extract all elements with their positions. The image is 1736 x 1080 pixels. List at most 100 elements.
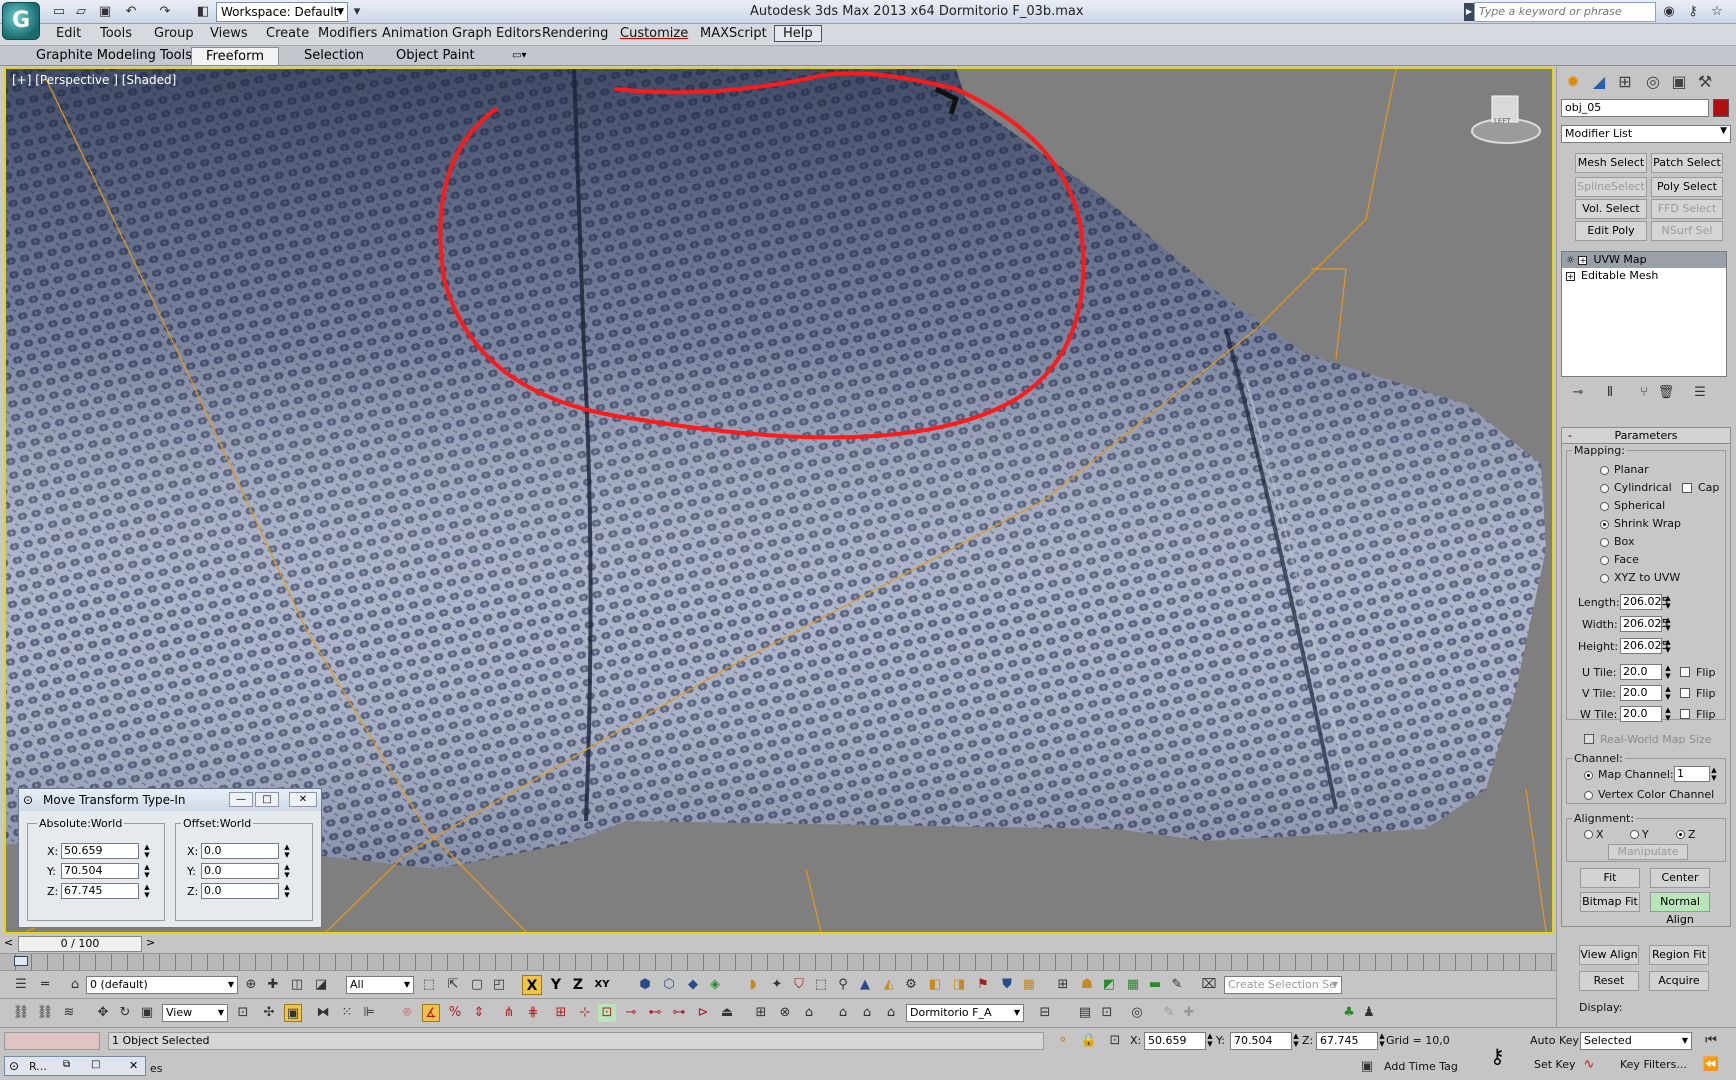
menu-edit[interactable]: Edit (56, 26, 81, 41)
expand-icon[interactable]: + (1566, 271, 1575, 281)
vol-select-button[interactable]: Vol. Select (1575, 199, 1647, 219)
select-teapot-3-icon[interactable]: ⌂ (882, 1004, 900, 1022)
remove-modifier-icon[interactable]: 🗑 (1655, 385, 1677, 405)
key-mode-dropdown[interactable]: Selected ▼ (1580, 1032, 1692, 1050)
help-search-input[interactable]: Type a keyword or phrase (1474, 2, 1656, 22)
width-input[interactable]: 206.025 (1620, 616, 1669, 632)
height-spinner-icon[interactable]: ▲ ▼ (1664, 638, 1672, 654)
close-icon[interactable]: ✕ (129, 1059, 138, 1072)
add-to-layer-icon[interactable]: ✚ (264, 976, 282, 994)
selection-filter-dropdown[interactable]: All ▼ (346, 976, 414, 994)
app-logo-icon[interactable]: G (2, 2, 40, 40)
render-last-icon[interactable]: ⊳ (694, 1004, 712, 1022)
tab-object-paint[interactable]: Object Paint (382, 47, 489, 65)
active-shade-icon[interactable]: ◩ (1100, 976, 1118, 994)
mapping-radio-spherical[interactable] (1600, 502, 1609, 511)
mini-curve-editor-icon[interactable] (14, 956, 28, 966)
w-tile-input[interactable]: 20.0 (1620, 706, 1662, 722)
mapping-radio-planar[interactable] (1600, 466, 1609, 475)
status-y-spinner-icon[interactable]: ▲ ▼ (1292, 1032, 1300, 1048)
align-y-radio[interactable] (1630, 830, 1639, 839)
select-by-name-icon[interactable]: ⇱ (444, 976, 462, 994)
stack-item-uvw-map[interactable]: ☼ + UVW Map (1562, 252, 1726, 268)
soft-body-icon[interactable]: ◈ (706, 976, 724, 994)
off-x-spinner-icon[interactable]: ▲ ▼ (283, 843, 291, 859)
array-icon[interactable]: ⁙ (338, 1004, 356, 1022)
angle-snap-icon[interactable]: ∡ (422, 1004, 440, 1022)
close-button[interactable]: ✕ (289, 792, 317, 807)
grid-icon[interactable]: ▦ (1124, 976, 1142, 994)
motion-tab-icon[interactable]: ◎ (1641, 71, 1665, 93)
menu-graph-editors[interactable]: Graph Editors (452, 26, 541, 41)
abs-z-spinner-icon[interactable]: ▲ ▼ (143, 883, 151, 899)
length-input[interactable]: 206.025 (1620, 594, 1669, 610)
link-icon[interactable]: ⛓ (12, 1004, 30, 1022)
named-selection-icon[interactable]: ⌧ (1200, 976, 1218, 994)
graph-editor-icon[interactable]: ⊡ (1098, 1004, 1116, 1022)
create-selection-set-dropdown[interactable]: Create Selection Se ▼ (1224, 976, 1342, 994)
hierarchy-tab-icon[interactable]: ⊞ (1613, 71, 1637, 93)
modify-tab-icon[interactable]: ◢ (1587, 71, 1611, 93)
abs-z-input[interactable]: 67.745 (61, 883, 139, 899)
menu-maxscript[interactable]: MAXScript (700, 26, 767, 41)
map-channel-input[interactable]: 1 (1674, 766, 1710, 782)
render-setup-icon[interactable]: ⊞ (1054, 976, 1072, 994)
mesh-select-button[interactable]: Mesh Select (1575, 153, 1647, 173)
sticky-note-icon[interactable]: ◨ (950, 976, 968, 994)
display-tab-icon[interactable]: ▣ (1667, 71, 1691, 93)
lamp-icon[interactable]: ✦ (768, 976, 786, 994)
width-spinner-icon[interactable]: ▲ ▼ (1664, 616, 1672, 632)
off-y-input[interactable]: 0.0 (201, 863, 279, 879)
undo-icon[interactable]: ↶ (122, 3, 140, 21)
select-in-layer-icon[interactable]: ◫ (288, 976, 306, 994)
map-channel-spinner-icon[interactable]: ▲ ▼ (1710, 766, 1718, 782)
edit-poly-button[interactable]: Edit Poly (1575, 221, 1647, 241)
cloth-icon[interactable]: ◆ (684, 976, 702, 994)
w-flip-checkbox[interactable] (1680, 709, 1690, 719)
off-x-input[interactable]: 0.0 (201, 843, 279, 859)
render-frame-icon[interactable]: ☗ (1078, 976, 1096, 994)
object-color-swatch[interactable] (1713, 99, 1729, 117)
shield-icon[interactable]: ⛉ (790, 976, 808, 994)
snap-toggle-icon[interactable]: ⌾ (398, 1004, 416, 1022)
bind-space-warp-icon[interactable]: ≋ (60, 1004, 78, 1022)
menu-group[interactable]: Group (154, 26, 194, 41)
align-x-radio[interactable] (1584, 830, 1593, 839)
pin-stack-icon[interactable]: ⊸ (1567, 385, 1589, 405)
render-production-icon[interactable]: ⊷ (646, 1004, 664, 1022)
off-y-spinner-icon[interactable]: ▲ ▼ (283, 863, 291, 879)
pivot-center-icon[interactable]: ⊡ (234, 1004, 252, 1022)
status-x-spinner-icon[interactable]: ▲ ▼ (1206, 1032, 1214, 1048)
toggle-ribbon-icon[interactable]: ▤ (1076, 1004, 1094, 1022)
time-next-button[interactable]: > (146, 936, 155, 949)
normal-align-button[interactable]: Normal Align (1650, 892, 1710, 926)
status-x-input[interactable]: 50.659 (1144, 1032, 1206, 1050)
cap-checkbox[interactable] (1682, 483, 1692, 493)
abs-x-input[interactable]: 50.659 (61, 843, 139, 859)
mapping-radio-box[interactable] (1600, 538, 1609, 547)
configure-modifier-sets-icon[interactable]: ☰ (1689, 385, 1711, 405)
length-spinner-icon[interactable]: ▲ ▼ (1664, 594, 1672, 610)
layer-dropdown[interactable]: 0 (default) ▼ (86, 976, 238, 994)
mirror-xy-icon[interactable]: ⋕ (524, 1004, 542, 1022)
maximize-button[interactable]: □ (255, 792, 279, 807)
mapping-radio-cylindrical[interactable] (1600, 484, 1609, 493)
reference-coordinate-dropdown[interactable]: View ▼ (162, 1004, 228, 1022)
material-editor-icon[interactable]: ⊡ (598, 1004, 616, 1022)
time-prev-button[interactable]: < (4, 936, 13, 949)
selection-lock-icon[interactable]: 🔒 (1080, 1032, 1098, 1050)
status-y-input[interactable]: 70.504 (1230, 1032, 1292, 1050)
parameters-rollout-header[interactable]: - Parameters (1562, 428, 1730, 444)
menu-modifiers[interactable]: Modifiers (318, 26, 377, 41)
set-current-layer-icon[interactable]: ◪ (312, 976, 330, 994)
open-file-icon[interactable]: ▱ (72, 3, 90, 21)
key-curve-icon[interactable]: ∿ (1580, 1056, 1598, 1074)
menu-customize[interactable]: Customize (620, 26, 688, 41)
create-layer-icon[interactable]: ⊕ (242, 976, 260, 994)
maxscript-listener-mini[interactable] (4, 1032, 100, 1050)
maximize-icon[interactable]: □ (91, 1059, 100, 1070)
environment-icon[interactable]: ⏏ (718, 1004, 736, 1022)
reactor-icon[interactable]: ⬢ (636, 976, 654, 994)
stack-item-editable-mesh[interactable]: + Editable Mesh (1562, 268, 1726, 284)
time-tag-icon[interactable]: ▣ (1358, 1058, 1376, 1076)
